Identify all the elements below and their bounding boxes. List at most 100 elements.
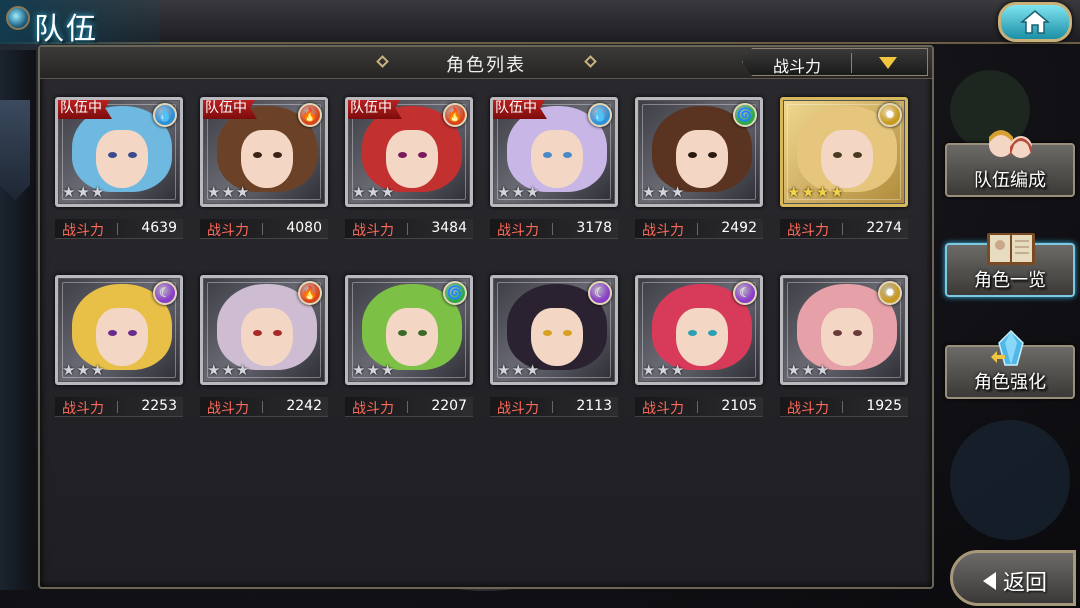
character-card[interactable]: ☾ ★ ★ ★ 战斗力 2113: [490, 275, 618, 420]
character-face: [386, 308, 438, 366]
character-eye: [853, 152, 862, 158]
character-portrait: 🔥 ★ ★ ★: [200, 275, 328, 385]
character-portrait: 队伍中 🔥 ★ ★ ★: [345, 97, 473, 207]
sort-dropdown[interactable]: 战斗力: [742, 48, 928, 76]
character-card[interactable]: ☾ ★ ★ ★ 战斗力 2253: [55, 275, 183, 420]
back-arrow-icon: [983, 572, 996, 590]
power-label: 战斗力: [352, 223, 394, 239]
character-card[interactable]: ✹ ★ ★ ★ 战斗力 1925: [780, 275, 908, 420]
power-value: 2207: [431, 398, 467, 414]
power-label: 战斗力: [352, 401, 394, 417]
home-button[interactable]: [998, 2, 1072, 42]
character-card[interactable]: 队伍中 💧 ★ ★ ★ 战斗力 4639: [55, 97, 183, 242]
side-button-character-enhance[interactable]: 角色强化: [945, 329, 1075, 399]
wind-element-icon: 🌀: [443, 281, 467, 305]
character-face: [676, 130, 728, 188]
star-icon: ★: [221, 183, 235, 201]
dark-element-icon: ☾: [733, 281, 757, 305]
power-divider: [697, 401, 698, 413]
game-screen: 队伍 角色列表 战斗力 队伍中 💧 ★ ★ ★ 战斗力 4639 队伍中 🔥 ★ ★ ★ 战斗力 4080…: [0, 0, 1080, 608]
star-icon: ★: [90, 183, 105, 201]
star-icon: ★: [511, 361, 525, 379]
star-icon: ★: [207, 361, 221, 379]
character-portrait: 队伍中 💧 ★ ★ ★: [490, 97, 618, 207]
character-eye: [563, 330, 572, 336]
character-face: [676, 308, 728, 366]
rarity-stars: ★ ★ ★: [787, 362, 830, 378]
in-team-badge: 队伍中: [203, 100, 257, 119]
power-label: 战斗力: [787, 223, 829, 239]
character-eye: [708, 152, 717, 158]
character-card[interactable]: ☾ ★ ★ ★ 战斗力 2105: [635, 275, 763, 420]
rarity-stars: ★ ★ ★: [352, 362, 395, 378]
rarity-stars: ★ ★ ★ ★: [787, 184, 845, 200]
back-button-label: 返回: [1003, 571, 1048, 596]
power-bar: 战斗力 2113: [490, 397, 618, 417]
power-bar: 战斗力 4080: [200, 219, 328, 239]
power-bar: 战斗力 4639: [55, 219, 183, 239]
star-icon: ★: [801, 361, 815, 379]
star-icon: ★: [787, 183, 801, 201]
star-icon: ★: [366, 361, 380, 379]
panel-header: 角色列表 战斗力: [40, 47, 932, 79]
character-eye: [273, 330, 282, 336]
character-card[interactable]: ✹ ★ ★ ★ ★ 战斗力 2274: [780, 97, 908, 242]
star-icon: ★: [235, 361, 250, 379]
character-eye: [833, 330, 842, 336]
star-icon: ★: [656, 183, 670, 201]
character-eye: [418, 330, 427, 336]
power-value: 3178: [576, 220, 612, 236]
side-button-character-list[interactable]: 角色一览: [945, 233, 1075, 297]
character-eye: [563, 152, 572, 158]
side-button-team-formation[interactable]: 队伍编成: [945, 130, 1075, 197]
power-divider: [552, 223, 553, 235]
power-divider: [407, 401, 408, 413]
character-face: [96, 308, 148, 366]
character-card[interactable]: 队伍中 🔥 ★ ★ ★ 战斗力 3484: [345, 97, 473, 242]
star-icon: ★: [90, 361, 105, 379]
character-card[interactable]: 队伍中 💧 ★ ★ ★ 战斗力 3178: [490, 97, 618, 242]
power-value: 4639: [141, 220, 177, 236]
power-value: 2253: [141, 398, 177, 414]
character-card[interactable]: 🔥 ★ ★ ★ 战斗力 2242: [200, 275, 328, 420]
character-portrait: ✹ ★ ★ ★: [780, 275, 908, 385]
power-label: 战斗力: [207, 223, 249, 239]
star-icon: ★: [207, 183, 221, 201]
star-icon: ★: [366, 183, 380, 201]
fire-element-icon: 🔥: [298, 103, 322, 127]
star-icon: ★: [497, 183, 511, 201]
star-icon: ★: [830, 183, 844, 201]
rarity-stars: ★ ★ ★: [207, 362, 250, 378]
character-face: [241, 308, 293, 366]
back-button[interactable]: 返回: [950, 550, 1076, 606]
character-card[interactable]: 🌀 ★ ★ ★ 战斗力 2207: [345, 275, 473, 420]
power-label: 战斗力: [62, 401, 104, 417]
star-icon: ★: [380, 361, 395, 379]
character-book-icon: [987, 233, 1035, 265]
character-eye: [853, 330, 862, 336]
star-icon: ★: [380, 183, 395, 201]
rarity-stars: ★ ★ ★: [642, 362, 685, 378]
light-element-icon: ✹: [878, 103, 902, 127]
character-card[interactable]: 🌀 ★ ★ ★ 战斗力 2492: [635, 97, 763, 242]
character-portrait: ☾ ★ ★ ★: [635, 275, 763, 385]
power-label: 战斗力: [642, 401, 684, 417]
sort-label: 战斗力: [773, 57, 822, 76]
power-label: 战斗力: [497, 401, 539, 417]
water-element-icon: 💧: [153, 103, 177, 127]
power-divider: [842, 401, 843, 413]
character-face: [531, 308, 583, 366]
power-divider: [552, 401, 553, 413]
power-divider: [407, 223, 408, 235]
star-icon: ★: [787, 361, 801, 379]
power-bar: 战斗力 1925: [780, 397, 908, 417]
character-portrait: 🌀 ★ ★ ★: [635, 97, 763, 207]
in-team-badge: 队伍中: [493, 100, 547, 119]
character-list-panel: 角色列表 战斗力 队伍中 💧 ★ ★ ★ 战斗力 4639 队伍中 🔥 ★ ★ ★ 战斗力 4080 队伍中…: [38, 45, 934, 589]
diamond-ornament-icon: [584, 55, 597, 68]
character-eye: [688, 152, 697, 158]
power-divider: [262, 223, 263, 235]
character-card[interactable]: 队伍中 🔥 ★ ★ ★ 战斗力 4080: [200, 97, 328, 242]
character-eye: [253, 152, 262, 158]
star-icon: ★: [642, 361, 656, 379]
